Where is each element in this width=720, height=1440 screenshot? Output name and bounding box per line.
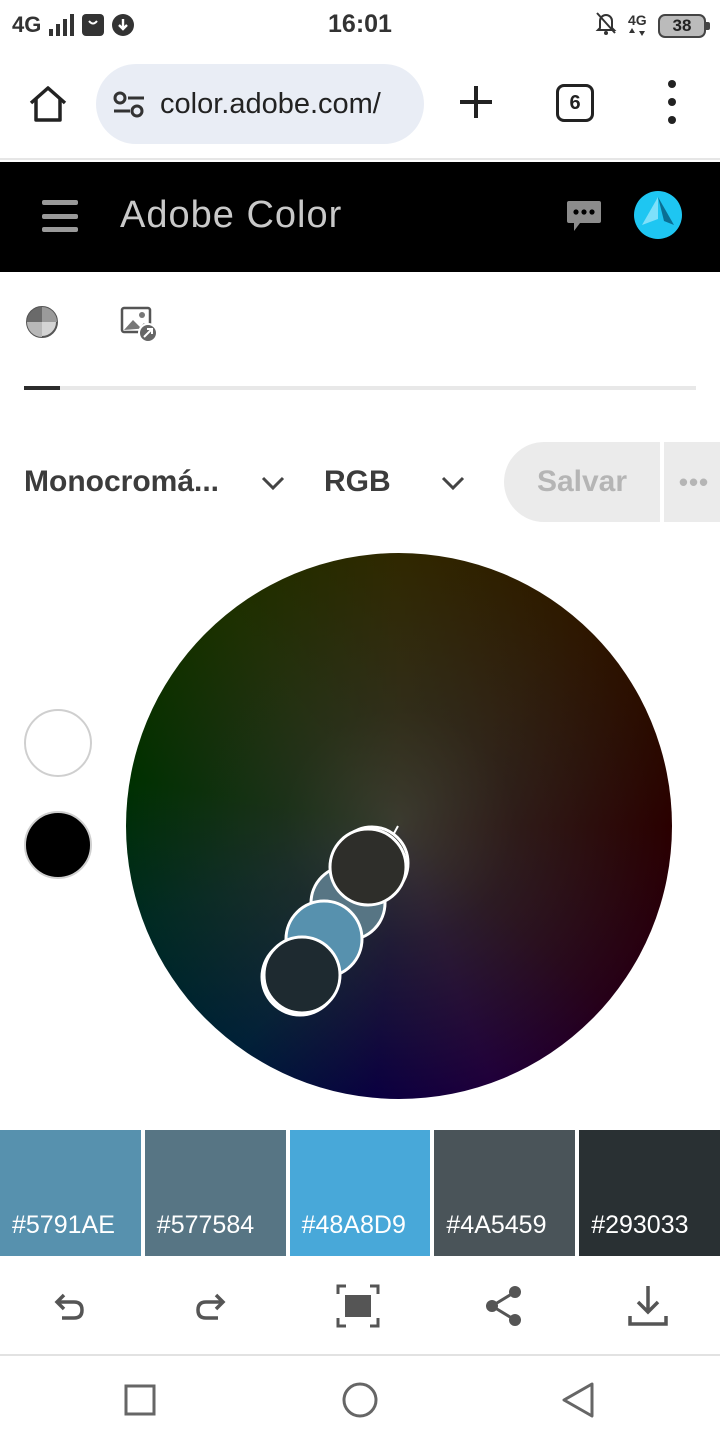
fullscreen-button[interactable] [334, 1282, 382, 1330]
feedback-button[interactable] [566, 198, 602, 236]
system-nav-bar [0, 1358, 720, 1440]
menu-dot [668, 80, 676, 88]
swatch-hex[interactable]: #577584 [157, 1211, 254, 1240]
more-options-button[interactable]: ••• [664, 442, 720, 522]
palette-swatch[interactable]: #5791AE [0, 1130, 141, 1256]
plus-icon [460, 86, 492, 118]
palette-swatch[interactable]: #4A5459 [434, 1130, 576, 1256]
chevron-down-icon [261, 476, 285, 491]
url-text: color.adobe.com/ [160, 87, 381, 120]
palette-swatch[interactable]: #293033 [579, 1130, 720, 1256]
wheel-controls: Monocromá... RGB Salvar ••• [0, 440, 720, 524]
recents-button[interactable] [120, 1380, 160, 1420]
active-tab-indicator [24, 386, 60, 390]
hamburger-menu-icon[interactable] [42, 200, 78, 232]
download-icon [628, 1286, 668, 1326]
browser-toolbar: color.adobe.com/ 6 [0, 52, 720, 160]
tab-extract-from-image[interactable] [120, 304, 160, 344]
chat-bubble-icon [567, 201, 601, 231]
data-arrows-icon [629, 27, 645, 36]
battery-indicator: 38 [658, 13, 710, 38]
home-button[interactable] [26, 82, 70, 126]
brightness-black-swatch[interactable] [24, 811, 92, 879]
square-icon [124, 1384, 156, 1416]
mode-tabs [0, 272, 720, 402]
brightness-white-swatch[interactable] [24, 709, 92, 777]
back-triangle-icon [562, 1382, 594, 1418]
tab-track [24, 386, 696, 390]
color-mode-value: RGB [324, 465, 391, 498]
battery-level: 38 [672, 15, 692, 35]
harmony-rule-dropdown[interactable]: Monocromá... [24, 444, 285, 520]
app-header: Adobe Color [0, 162, 720, 272]
back-button[interactable] [558, 1380, 598, 1420]
share-icon [486, 1286, 521, 1326]
save-button[interactable]: Salvar [504, 442, 660, 522]
new-tab-button[interactable] [456, 82, 496, 122]
download-button[interactable] [624, 1282, 672, 1330]
circle-icon [342, 1382, 378, 1418]
swatch-hex[interactable]: #4A5459 [446, 1211, 546, 1240]
color-mode-dropdown[interactable]: RGB [324, 444, 465, 520]
menu-dot [668, 98, 676, 106]
home-icon [29, 86, 67, 122]
site-settings-icon[interactable] [112, 89, 146, 119]
fullscreen-icon [336, 1284, 380, 1328]
data-4g-label: 4G [628, 11, 647, 28]
tab-switcher-button[interactable]: 6 [556, 84, 594, 122]
color-handle[interactable] [262, 935, 342, 1015]
palette-strip: #5791AE #577584 #48A8D9 #4A5459 #293033 [0, 1130, 720, 1256]
data-4g-indicator: 4G [628, 11, 648, 38]
redo-button[interactable] [188, 1282, 236, 1330]
palette-swatch[interactable]: #48A8D9 [289, 1130, 431, 1256]
action-bar [0, 1258, 720, 1356]
palette-swatch[interactable]: #577584 [144, 1130, 286, 1256]
app-title: Adobe Color [120, 194, 343, 236]
user-avatar[interactable] [634, 191, 682, 239]
status-bar: 4G 16:01 4G 38 [0, 0, 720, 52]
color-wheel-handles [260, 825, 410, 1017]
home-nav-button[interactable] [340, 1380, 380, 1420]
swatch-hex[interactable]: #293033 [591, 1211, 688, 1240]
redo-icon [196, 1293, 226, 1320]
status-right: 4G 38 [594, 10, 710, 41]
chevron-down-icon [441, 476, 465, 491]
muted-bell-icon [594, 10, 618, 41]
undo-icon [54, 1293, 84, 1320]
undo-button[interactable] [44, 1282, 92, 1330]
base-color-handle[interactable] [328, 827, 408, 907]
swatch-hex[interactable]: #5791AE [12, 1211, 115, 1240]
tab-count: 6 [569, 91, 581, 114]
tab-color-wheel[interactable] [24, 304, 60, 340]
harmony-rule-value: Monocromá... [24, 465, 220, 498]
menu-dot [668, 116, 676, 124]
address-bar[interactable]: color.adobe.com/ [96, 64, 424, 144]
browser-menu-button[interactable] [660, 80, 684, 124]
swatch-hex[interactable]: #48A8D9 [302, 1211, 406, 1240]
avatar-logo-icon [642, 197, 674, 225]
color-wheel-icon [26, 306, 58, 338]
share-button[interactable] [480, 1282, 528, 1330]
image-extract-icon [120, 306, 158, 343]
